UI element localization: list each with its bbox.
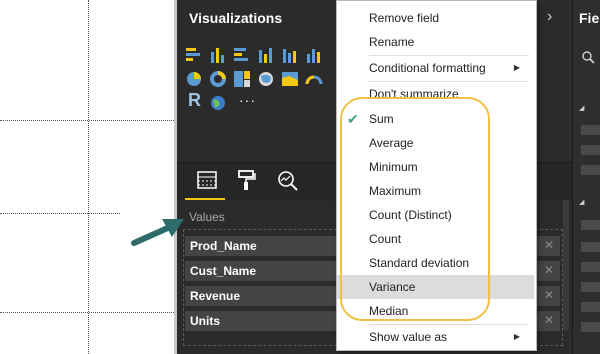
highlight-oval-annotation xyxy=(340,97,490,321)
submenu-arrow-icon: ▶ xyxy=(513,332,520,341)
menu-item-label: Rename xyxy=(369,35,415,49)
submenu-arrow-icon: ▶ xyxy=(513,63,520,72)
area-chart-icon[interactable] xyxy=(305,46,323,64)
report-canvas[interactable] xyxy=(0,0,174,354)
pie-chart-icon[interactable] xyxy=(185,70,203,88)
donut-chart-icon[interactable] xyxy=(209,70,227,88)
pane-scrollbar[interactable] xyxy=(563,200,569,330)
menu-item-label: Conditional formatting xyxy=(369,61,486,75)
menu-item-remove-field[interactable]: Remove field xyxy=(337,6,534,30)
close-icon[interactable]: ✕ xyxy=(544,313,554,327)
pointer-arrow-annotation xyxy=(131,219,184,246)
gauge-icon[interactable] xyxy=(305,70,323,88)
line-chart-icon[interactable] xyxy=(281,46,299,64)
stacked-column-chart-icon[interactable] xyxy=(209,46,227,64)
field-label: Units xyxy=(190,314,220,328)
field-list-item[interactable] xyxy=(581,322,600,332)
expand-triangle-icon[interactable]: ◢ xyxy=(579,198,584,206)
close-icon[interactable]: ✕ xyxy=(544,263,554,277)
close-icon[interactable]: ✕ xyxy=(544,238,554,252)
field-label: Prod_Name xyxy=(190,239,257,253)
values-well-label: Values xyxy=(189,210,225,224)
search-icon[interactable] xyxy=(581,50,595,64)
fields-tab-icon[interactable] xyxy=(195,168,219,192)
expand-triangle-icon[interactable]: ◢ xyxy=(579,104,584,112)
format-paint-roller-icon[interactable] xyxy=(235,168,259,192)
pane-title: Fie xyxy=(579,10,600,26)
field-list-item[interactable] xyxy=(581,145,600,155)
clustered-column-chart-icon[interactable] xyxy=(257,46,275,64)
treemap-icon[interactable] xyxy=(233,70,251,88)
more-visuals-icon[interactable]: ··· xyxy=(239,92,256,108)
canvas-gridline xyxy=(0,312,174,313)
r-script-icon[interactable]: R xyxy=(188,90,201,111)
close-icon[interactable]: ✕ xyxy=(544,288,554,302)
field-list-item[interactable] xyxy=(581,262,600,272)
field-list-item[interactable] xyxy=(581,125,600,135)
fields-pane: Fie ◢ ◢ xyxy=(572,0,600,354)
chevron-right-icon[interactable]: › xyxy=(547,8,552,26)
canvas-gridline xyxy=(0,120,174,121)
menu-item-conditional-formatting[interactable]: Conditional formatting ▶ xyxy=(337,56,534,80)
field-label: Cust_Name xyxy=(190,264,257,278)
canvas-gridline xyxy=(0,213,120,214)
menu-item-show-value-as[interactable]: Show value as ▶ xyxy=(337,325,534,349)
menu-item-label: Remove field xyxy=(369,11,440,25)
clustered-bar-chart-icon[interactable] xyxy=(233,46,251,64)
filled-map-icon[interactable] xyxy=(281,70,299,88)
pane-title: Visualizations xyxy=(189,10,283,26)
field-list-item[interactable] xyxy=(581,242,600,252)
field-label: Revenue xyxy=(190,289,241,303)
menu-item-label: Show value as xyxy=(369,330,448,344)
map-icon[interactable] xyxy=(257,70,275,88)
active-tab-indicator xyxy=(185,198,225,200)
canvas-gridline xyxy=(88,0,89,354)
analytics-magnifier-icon[interactable] xyxy=(275,168,299,192)
field-list-item[interactable] xyxy=(581,220,600,230)
field-list-item[interactable] xyxy=(581,165,600,175)
stacked-bar-chart-icon[interactable] xyxy=(185,46,203,64)
field-list-item[interactable] xyxy=(581,302,600,312)
menu-item-rename[interactable]: Rename xyxy=(337,30,534,54)
globe-icon[interactable] xyxy=(209,94,227,112)
field-list-item[interactable] xyxy=(581,282,600,292)
